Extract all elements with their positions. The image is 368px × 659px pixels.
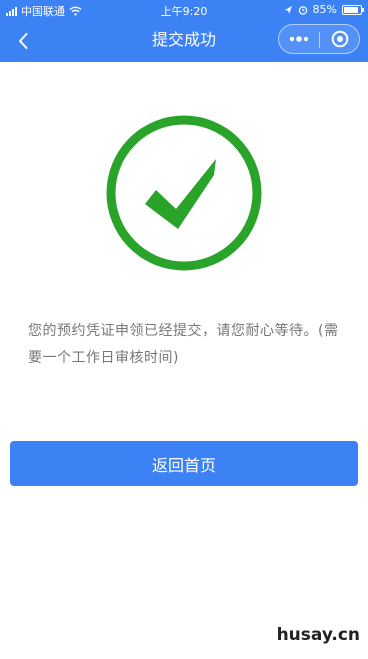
watermark-text: husay.cn <box>276 625 360 645</box>
checkmark-circle-icon <box>106 115 262 271</box>
top-header: 中国联通 上午9:20 85% 提交成功 <box>0 0 368 62</box>
battery-icon <box>342 4 364 15</box>
battery-percent: 85% <box>312 3 337 16</box>
status-right: 85% <box>284 3 364 16</box>
more-dots-icon <box>289 36 309 42</box>
navigation-bar: 提交成功 <box>0 20 368 62</box>
more-button[interactable] <box>279 25 319 53</box>
return-home-button[interactable]: 返回首页 <box>10 441 358 486</box>
mini-program-capsule <box>278 24 360 54</box>
close-target-icon <box>331 30 349 48</box>
submission-message: 您的预约凭证申领已经提交，请您耐心等待。(需要一个工作日审核时间) <box>28 323 339 366</box>
close-button[interactable] <box>320 25 360 53</box>
location-icon <box>284 5 292 14</box>
alarm-icon <box>298 5 307 15</box>
status-bar: 中国联通 上午9:20 85% <box>0 0 368 20</box>
